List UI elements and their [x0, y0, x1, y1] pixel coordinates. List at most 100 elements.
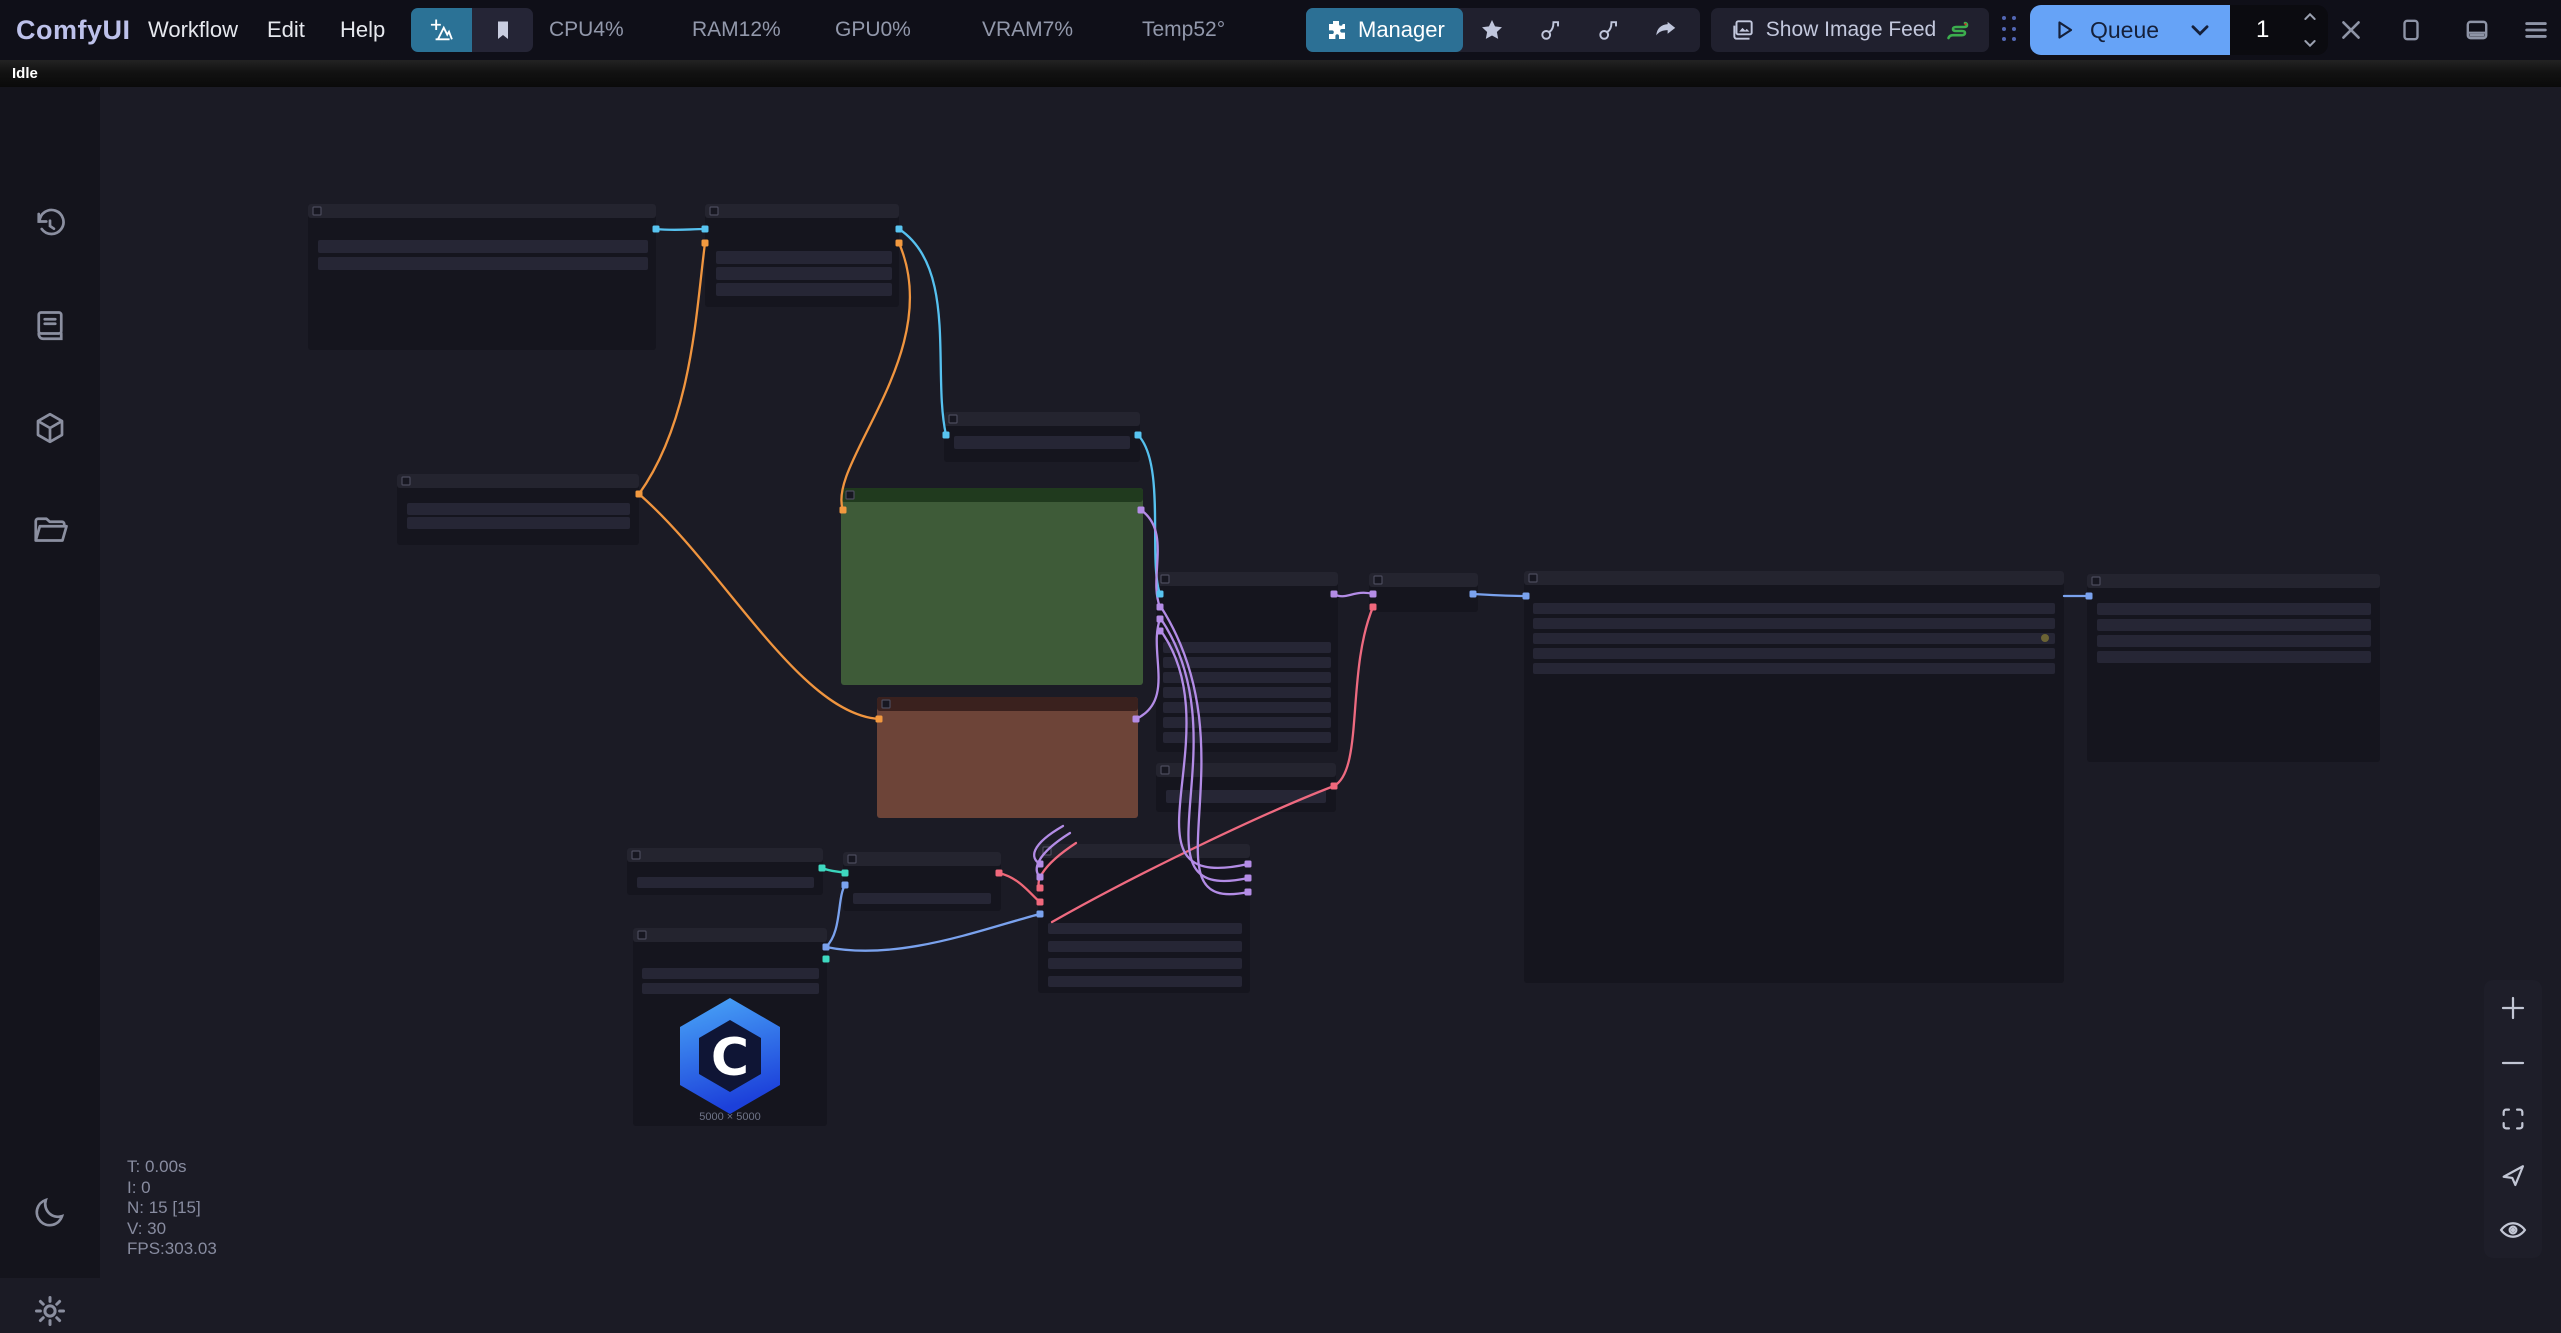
menu-workflow[interactable]: Workflow — [148, 17, 238, 43]
sidebar-item-model-library[interactable] — [28, 406, 72, 450]
theme-toggle-button[interactable] — [28, 1190, 72, 1234]
node-title-bar[interactable] — [877, 697, 1138, 711]
node-port[interactable] — [1470, 591, 1477, 598]
collapse-box[interactable] — [710, 207, 718, 215]
sidebar-item-workflows[interactable] — [28, 508, 72, 552]
node-widget[interactable] — [2097, 635, 2371, 647]
node-port[interactable] — [1245, 875, 1252, 882]
node-widget[interactable] — [853, 893, 991, 904]
node-port[interactable] — [1037, 885, 1044, 892]
node-port[interactable] — [1331, 591, 1338, 598]
vacuum-button-2[interactable] — [1579, 8, 1637, 52]
node-widget[interactable] — [407, 517, 630, 529]
node-port[interactable] — [1157, 591, 1164, 598]
workflow-node[interactable] — [843, 852, 1001, 911]
node-widget[interactable] — [1533, 648, 2055, 659]
show-image-feed-button[interactable]: Show Image Feed — [1711, 8, 1989, 52]
node-port[interactable] — [819, 865, 826, 872]
toolbar-drag-handle[interactable] — [2002, 16, 2016, 44]
node-port[interactable] — [1370, 604, 1377, 611]
batch-count-value[interactable]: 1 — [2256, 16, 2269, 44]
navigate-button[interactable] — [2491, 1153, 2535, 1197]
node-port[interactable] — [1245, 889, 1252, 896]
collapse-box[interactable] — [632, 851, 640, 859]
node-port[interactable] — [996, 870, 1003, 877]
node-port[interactable] — [1138, 507, 1145, 514]
workflow-node[interactable] — [841, 488, 1143, 685]
node-port[interactable] — [896, 226, 903, 233]
node-widget[interactable] — [407, 503, 630, 515]
collapse-box[interactable] — [848, 855, 856, 863]
node-widget[interactable] — [1533, 618, 2055, 629]
interrupt-button[interactable] — [2331, 10, 2371, 50]
node-widget[interactable] — [2097, 619, 2371, 631]
node-widget[interactable] — [2097, 651, 2371, 663]
node-widget[interactable] — [642, 983, 819, 994]
node-port[interactable] — [1331, 783, 1338, 790]
node-port[interactable] — [1037, 911, 1044, 918]
batch-count-stepper[interactable] — [2302, 9, 2318, 51]
node-widget[interactable] — [1533, 633, 2055, 644]
node-body[interactable] — [1524, 571, 2064, 983]
node-widget[interactable] — [1163, 732, 1331, 743]
node-widget[interactable] — [1163, 702, 1331, 713]
vacuum-button-1[interactable] — [1521, 8, 1579, 52]
zoom-in-button[interactable] — [2491, 986, 2535, 1030]
node-title-bar[interactable] — [397, 474, 639, 488]
node-widget[interactable] — [1533, 603, 2055, 614]
node-port[interactable] — [1037, 861, 1044, 868]
node-widget[interactable] — [716, 267, 892, 280]
workflow-node[interactable] — [308, 204, 656, 350]
node-widget[interactable] — [642, 968, 819, 979]
collapse-box[interactable] — [1374, 576, 1382, 584]
node-link[interactable] — [1334, 593, 1373, 597]
node-port[interactable] — [1370, 591, 1377, 598]
node-body[interactable] — [841, 488, 1143, 685]
node-widget[interactable] — [2097, 603, 2371, 615]
favorites-button[interactable] — [1463, 8, 1521, 52]
collapse-box[interactable] — [313, 207, 321, 215]
share-button[interactable] — [1637, 8, 1695, 52]
node-title-bar[interactable] — [841, 488, 1143, 502]
node-port[interactable] — [896, 240, 903, 247]
node-widget[interactable] — [1533, 663, 2055, 674]
settings-button[interactable] — [28, 1289, 72, 1333]
node-link[interactable] — [999, 873, 1040, 902]
node-port[interactable] — [1523, 593, 1530, 600]
node-body[interactable] — [308, 204, 656, 350]
workflow-node[interactable] — [2087, 574, 2380, 762]
node-widget[interactable] — [954, 436, 1130, 449]
node-port[interactable] — [1037, 874, 1044, 881]
node-port[interactable] — [842, 870, 849, 877]
workflow-node[interactable] — [1038, 844, 1250, 993]
collapse-box[interactable] — [2092, 577, 2100, 585]
collapse-box[interactable] — [949, 415, 957, 423]
workflow-node[interactable] — [1369, 573, 1478, 612]
node-port[interactable] — [636, 491, 643, 498]
node-port[interactable] — [1157, 616, 1164, 623]
node-port[interactable] — [823, 944, 830, 951]
node-title-bar[interactable] — [705, 204, 899, 218]
node-link[interactable] — [1334, 607, 1373, 786]
node-port[interactable] — [1245, 861, 1252, 868]
node-port[interactable] — [1133, 716, 1140, 723]
node-widget[interactable] — [716, 283, 892, 296]
collapse-box[interactable] — [1161, 575, 1169, 583]
node-title-bar[interactable] — [843, 852, 1001, 866]
node-body[interactable] — [2087, 574, 2380, 762]
node-link[interactable] — [656, 229, 705, 230]
node-body[interactable] — [1038, 844, 1250, 993]
node-title-bar[interactable] — [2087, 574, 2380, 588]
node-link[interactable] — [1473, 594, 1526, 596]
node-widget[interactable] — [1048, 923, 1242, 934]
node-title-bar[interactable] — [633, 928, 827, 942]
collapse-box[interactable] — [846, 491, 854, 499]
node-body[interactable] — [877, 697, 1138, 818]
graph-view-toggle[interactable] — [411, 8, 472, 52]
node-widget[interactable] — [716, 251, 892, 264]
workflow-node[interactable] — [877, 697, 1138, 818]
node-port[interactable] — [1135, 432, 1142, 439]
node-port[interactable] — [823, 956, 830, 963]
workflow-node[interactable] — [944, 412, 1140, 462]
node-widget[interactable] — [318, 257, 648, 270]
